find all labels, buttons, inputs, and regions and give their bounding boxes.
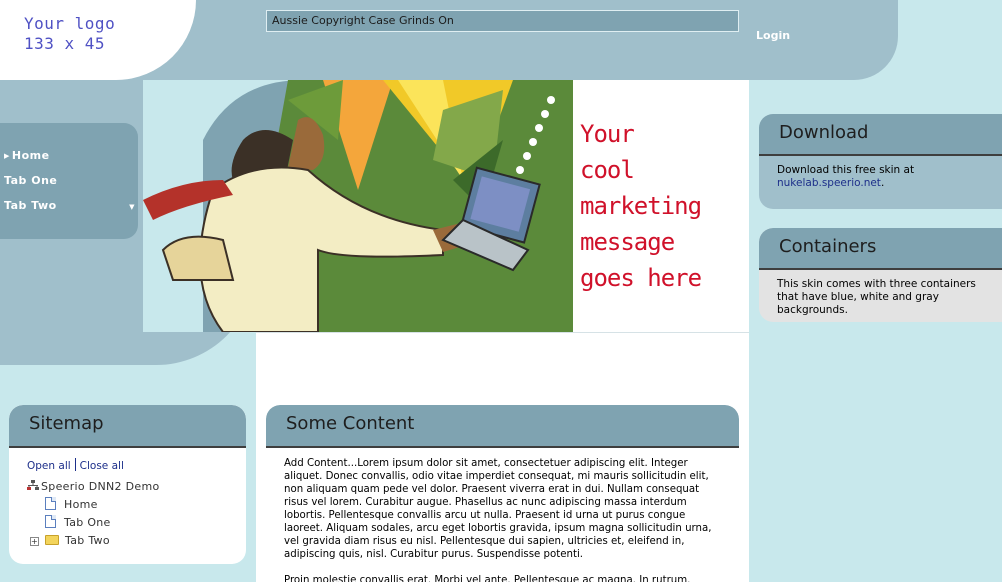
folder-icon bbox=[45, 535, 59, 545]
containers-pane-title: Containers bbox=[759, 228, 1002, 270]
tree-root[interactable]: Speerio DNN2 Demo bbox=[27, 478, 246, 496]
close-all-link[interactable]: Close all bbox=[80, 460, 124, 472]
sitemap-body: Open all Close all Speerio DNN2 Demo Home… bbox=[9, 448, 246, 550]
download-trailing: . bbox=[880, 177, 885, 189]
marketing-panel: Your cool marketing message goes here bbox=[573, 80, 749, 332]
page-icon bbox=[45, 515, 56, 528]
main-nav: ▶ Home Tab One Tab Two ▼ bbox=[0, 123, 138, 239]
download-link[interactable]: nukelab.speerio.net bbox=[777, 177, 881, 189]
download-pane-body: Download this free skin at nukelab.speer… bbox=[759, 156, 1002, 190]
tree-item-label: Tab Two bbox=[65, 534, 110, 547]
marketing-message: Your cool marketing message goes here bbox=[580, 120, 702, 292]
link-divider bbox=[74, 458, 76, 471]
page-icon bbox=[45, 497, 56, 510]
download-link-line: nukelab.speerio.net. bbox=[777, 177, 1002, 190]
sitemap-pane-title: Sitemap bbox=[9, 405, 246, 448]
tree-item-label: Tab One bbox=[64, 516, 111, 529]
tree-item-tab-one[interactable]: Tab One bbox=[27, 514, 246, 532]
hero-illustration bbox=[143, 80, 573, 332]
content-paragraph-1: Add Content...Lorem ipsum dolor sit amet… bbox=[284, 458, 712, 560]
submenu-arrow-icon: ▼ bbox=[129, 203, 135, 211]
nav-item-tab-two[interactable]: Tab Two ▼ bbox=[0, 199, 138, 224]
site-network-icon bbox=[27, 480, 39, 490]
download-text: Download this free skin at bbox=[777, 164, 915, 176]
content-paragraph-2: Proin molestie convallis erat. Morbi vel… bbox=[284, 575, 691, 582]
tree-item-label: Home bbox=[64, 498, 98, 511]
tree-root-label: Speerio DNN2 Demo bbox=[41, 480, 160, 493]
tree-item-tab-two[interactable]: + Tab Two bbox=[27, 532, 246, 550]
nav-item-label: Home bbox=[11, 149, 50, 162]
logo-line-2: 133 x 45 bbox=[24, 34, 106, 53]
sitemap-controls: Open all Close all bbox=[27, 458, 246, 473]
content-pane: Some Content Add Content...Lorem ipsum d… bbox=[266, 405, 739, 582]
businessman-laptop-illustration bbox=[143, 80, 573, 332]
login-link[interactable]: Login bbox=[756, 29, 790, 42]
logo: Your logo 133 x 45 bbox=[24, 14, 115, 54]
download-pane: Download Download this free skin at nuke… bbox=[759, 114, 1002, 209]
download-pane-title: Download bbox=[759, 114, 1002, 156]
nav-item-home[interactable]: ▶ Home bbox=[0, 149, 138, 174]
news-ticker[interactable]: Aussie Copyright Case Grinds On bbox=[266, 10, 739, 32]
content-body: Add Content...Lorem ipsum dolor sit amet… bbox=[266, 448, 739, 582]
active-arrow-icon: ▶ bbox=[4, 152, 10, 160]
sitemap-pane: Sitemap Open all Close all Speerio DNN2 D… bbox=[9, 405, 246, 564]
open-all-link[interactable]: Open all bbox=[27, 460, 71, 472]
tree-item-home[interactable]: Home bbox=[27, 496, 246, 514]
content-pane-title: Some Content bbox=[266, 405, 739, 448]
nav-item-tab-one[interactable]: Tab One bbox=[0, 174, 138, 199]
containers-pane: Containers This skin comes with three co… bbox=[759, 228, 1002, 322]
expand-icon[interactable]: + bbox=[30, 537, 39, 546]
logo-line-1: Your logo bbox=[24, 14, 116, 33]
nav-item-label: Tab Two bbox=[4, 199, 57, 212]
containers-text: This skin comes with three containers th… bbox=[777, 278, 976, 316]
nav-item-label: Tab One bbox=[4, 174, 58, 187]
